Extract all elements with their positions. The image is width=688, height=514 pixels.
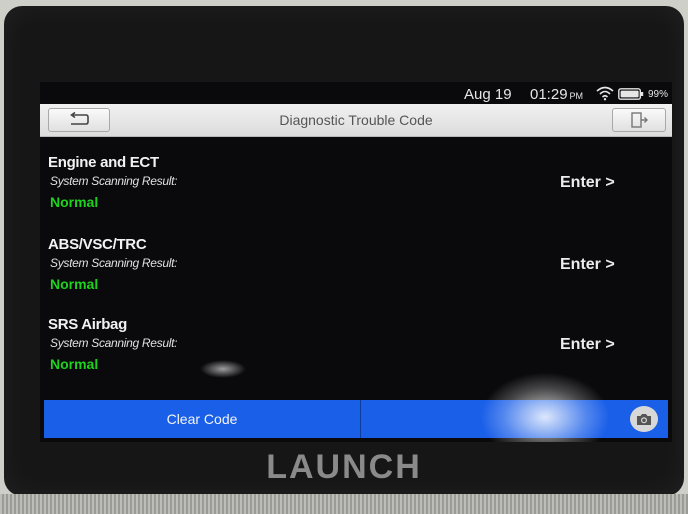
status-ampm: PM: [569, 91, 584, 101]
page-title: Diagnostic Trouble Code: [279, 112, 433, 128]
system-name: Engine and ECT: [48, 154, 159, 171]
screenshot-button[interactable]: [630, 406, 658, 432]
status-date: Aug 19: [464, 86, 512, 103]
scan-result-label: System Scanning Result:: [50, 336, 178, 350]
system-name: ABS/VSC/TRC: [48, 236, 147, 253]
system-name: SRS Airbag: [48, 316, 127, 333]
enter-button-engine[interactable]: Enter >: [560, 174, 615, 192]
scan-result-label: System Scanning Result:: [50, 174, 178, 188]
system-row-srs: SRS Airbag System Scanning Result: Norma…: [40, 300, 672, 378]
exit-icon: [631, 112, 648, 128]
scan-result-label: System Scanning Result:: [50, 256, 178, 270]
camera-icon: [637, 414, 651, 425]
status-time: 01:29 PM: [530, 86, 583, 103]
battery-icon: [618, 88, 644, 100]
title-bar: Diagnostic Trouble Code: [40, 104, 672, 137]
system-row-abs: ABS/VSC/TRC System Scanning Result: Norm…: [40, 220, 672, 298]
status-bar: Aug 19 01:29 PM 99%: [40, 82, 672, 104]
status-time-value: 01:29: [530, 86, 568, 103]
wifi-icon: [596, 86, 614, 101]
screen: Aug 19 01:29 PM 99% Diagnostic Trouble C…: [40, 82, 672, 442]
exit-button[interactable]: [612, 108, 666, 132]
scan-result-status: Normal: [50, 276, 99, 292]
launch-logo: LAUNCH: [266, 448, 422, 486]
system-row-engine: Engine and ECT System Scanning Result: N…: [40, 138, 672, 216]
device-base-texture: [0, 494, 688, 514]
enter-button-abs[interactable]: Enter >: [560, 256, 615, 274]
clear-code-button[interactable]: Clear Code: [44, 400, 361, 438]
enter-button-srs[interactable]: Enter >: [560, 336, 615, 354]
scan-tool-device: Aug 19 01:29 PM 99% Diagnostic Trouble C…: [4, 6, 684, 496]
scan-result-status: Normal: [50, 356, 99, 372]
bottom-action-bar: Clear Code: [44, 400, 668, 438]
battery-percent: 99%: [648, 89, 669, 100]
scan-result-status: Normal: [50, 194, 99, 210]
